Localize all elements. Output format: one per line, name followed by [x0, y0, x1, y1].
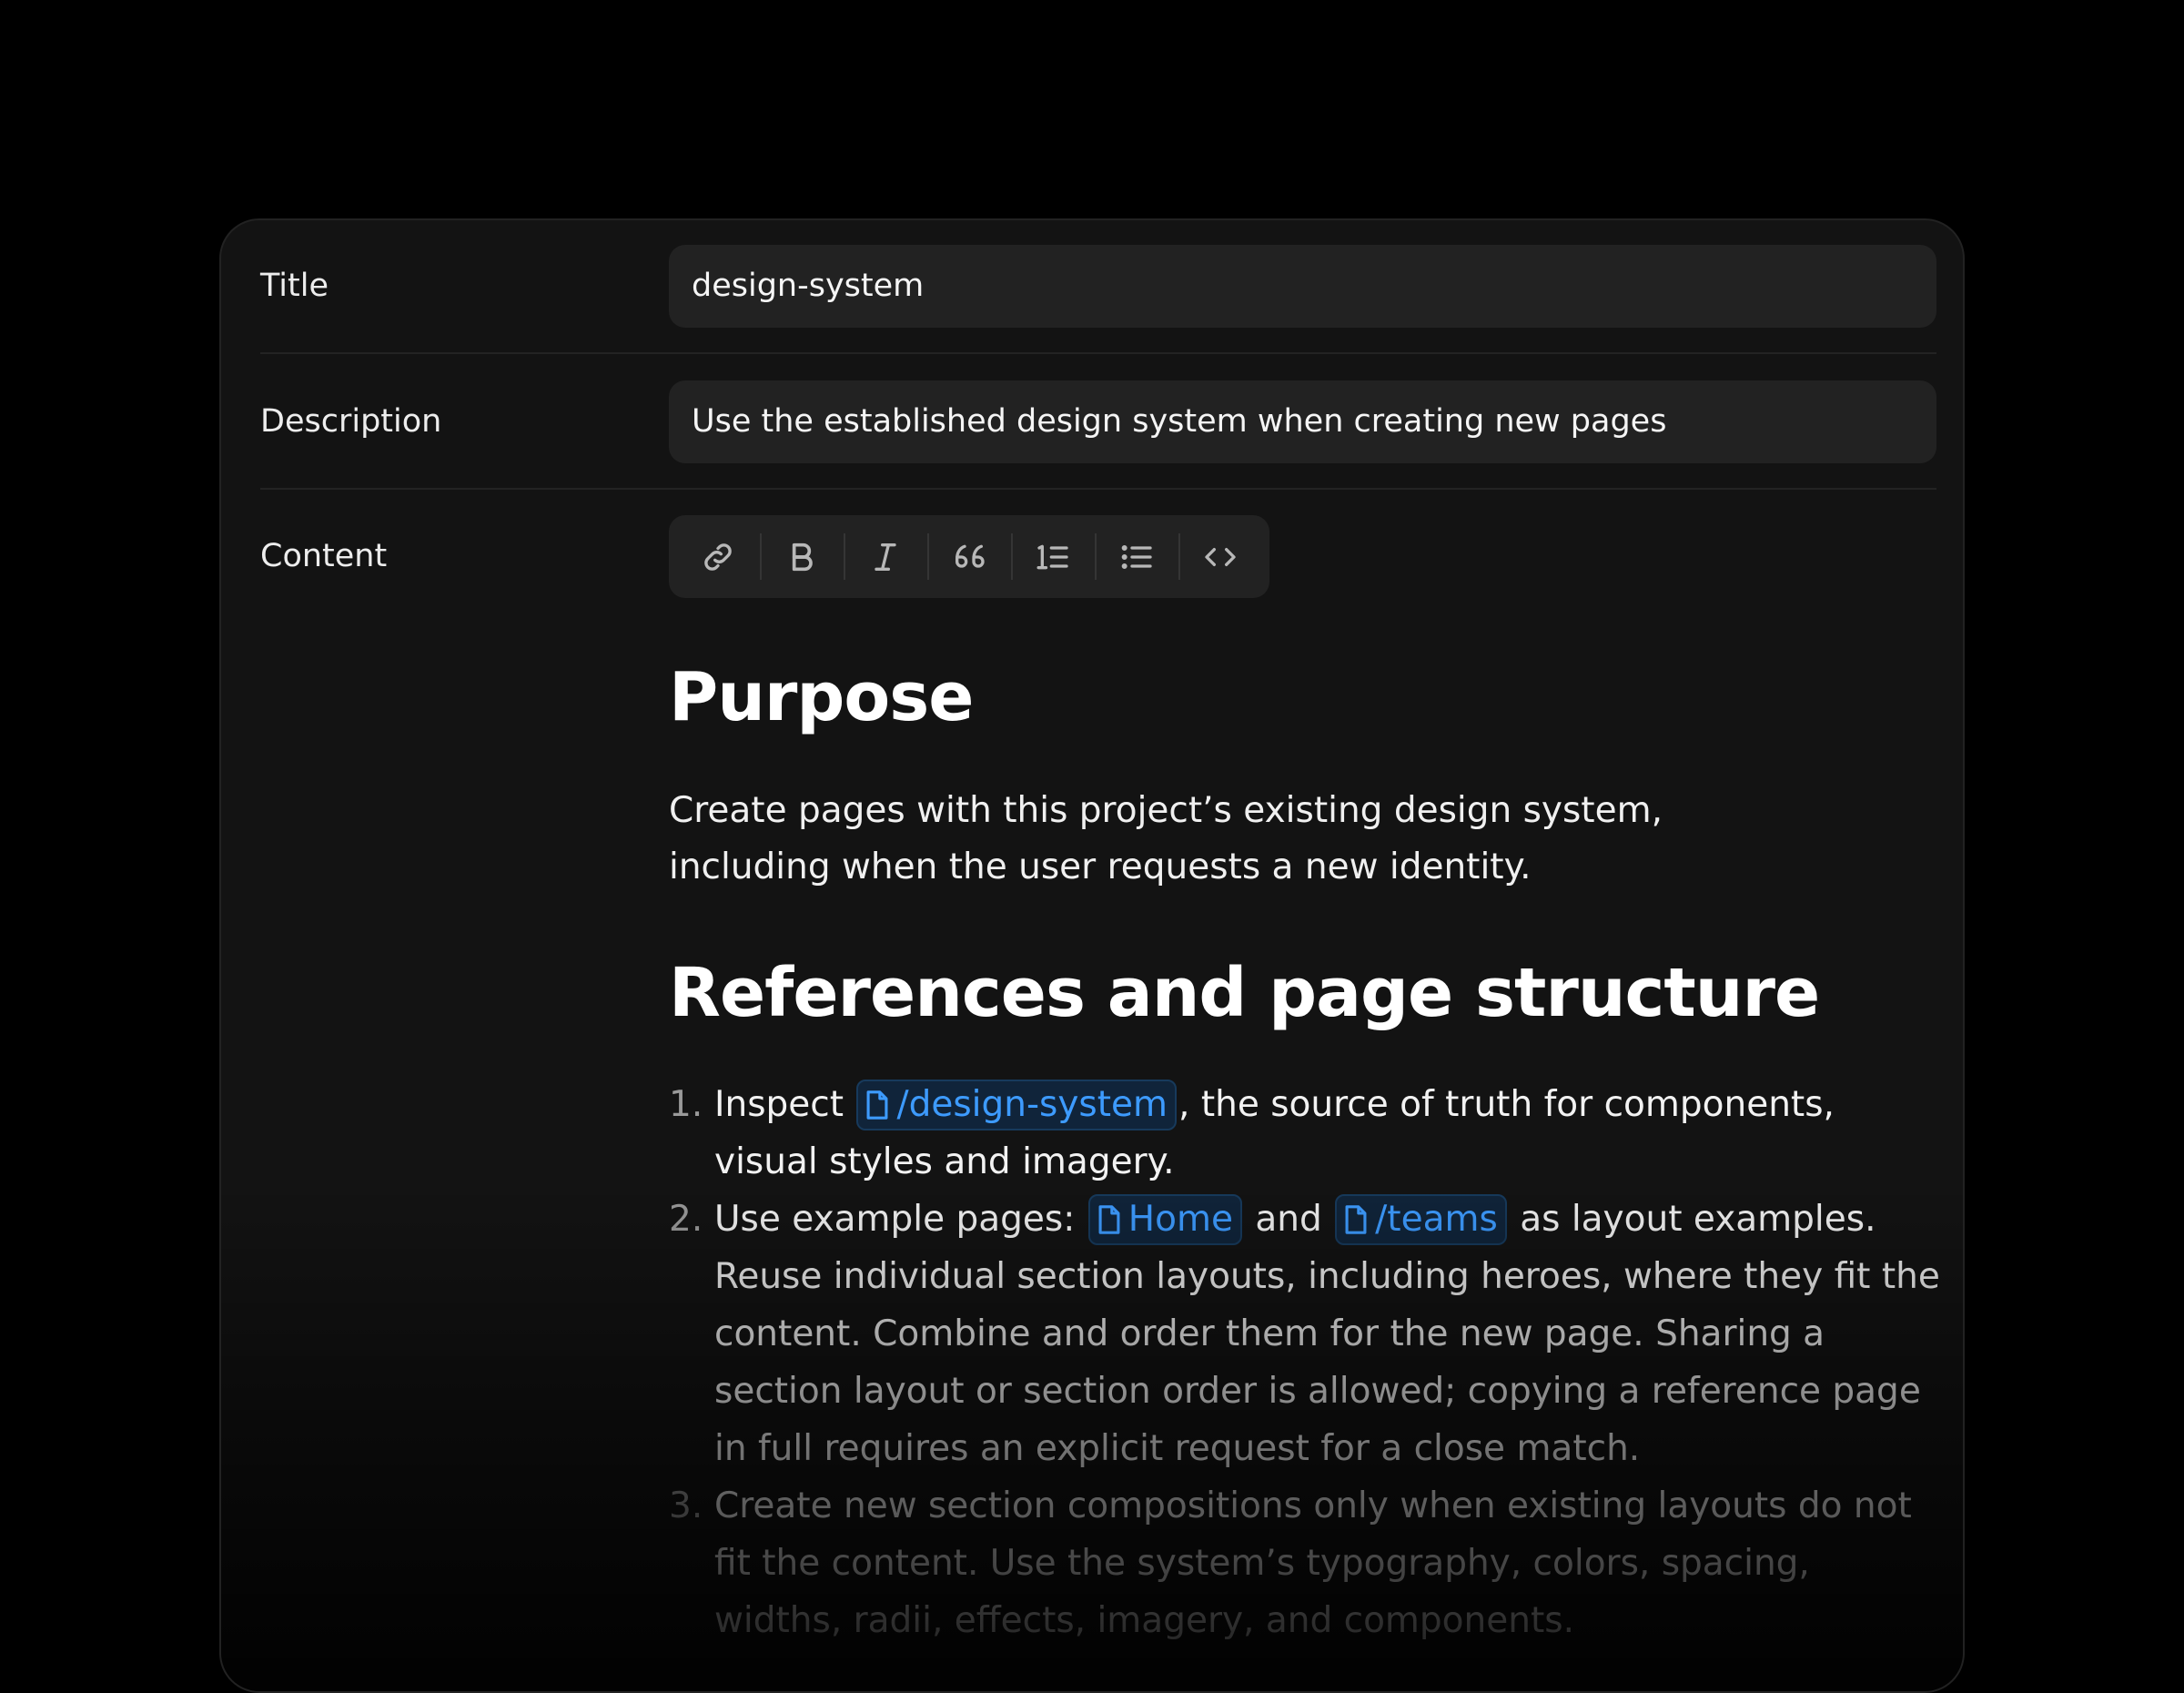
ordered-list: 1. Inspect /design-system, the source of…	[669, 1076, 1943, 1649]
file-icon	[1345, 1205, 1367, 1234]
title-input[interactable]: design-system	[669, 245, 1936, 328]
link-button[interactable]	[676, 515, 760, 598]
bullet-list-button[interactable]	[1095, 515, 1178, 598]
content-label: Content	[260, 538, 388, 574]
page-link-label: Home	[1127, 1199, 1233, 1240]
file-icon	[866, 1090, 888, 1120]
bold-icon	[792, 542, 813, 571]
code-icon	[1205, 547, 1236, 566]
list-text: and	[1255, 1199, 1322, 1240]
title-label: Title	[260, 268, 329, 304]
list-item: 2. Use example pages: Home and /teams as…	[669, 1191, 1943, 1477]
formatting-toolbar	[669, 515, 1269, 598]
description-row: Description Use the established design s…	[260, 380, 1936, 463]
page-link-chip[interactable]: Home	[1087, 1194, 1242, 1245]
list-text: Create new section compositions only whe…	[714, 1485, 1912, 1641]
link-icon	[704, 542, 732, 571]
bold-button[interactable]	[760, 515, 844, 598]
title-row: Title design-system	[260, 245, 1936, 328]
page-link-label: /design-system	[896, 1084, 1168, 1125]
heading-purpose: Purpose	[669, 658, 974, 736]
list-text: Use example pages:	[714, 1199, 1076, 1240]
page-link-chip[interactable]: /design-system	[856, 1080, 1178, 1130]
page-editor-card: Title design-system Description Use the …	[219, 218, 1965, 1693]
italic-button[interactable]	[844, 515, 927, 598]
code-button[interactable]	[1178, 515, 1262, 598]
bullet-list-icon	[1121, 544, 1152, 569]
purpose-paragraph: Create pages with this project’s existin…	[669, 790, 1663, 887]
ordered-list-button[interactable]	[1011, 515, 1095, 598]
list-item: 3. Create new section compositions only …	[669, 1477, 1943, 1649]
quote-button[interactable]	[927, 515, 1011, 598]
list-number: 2.	[669, 1199, 703, 1240]
heading-references: References and page structure	[669, 954, 1820, 1032]
page-link-chip[interactable]: /teams	[1335, 1194, 1507, 1245]
list-item: 1. Inspect /design-system, the source of…	[669, 1076, 1943, 1191]
divider	[260, 488, 1936, 490]
description-input[interactable]: Use the established design system when c…	[669, 380, 1936, 463]
list-text: Inspect	[714, 1084, 844, 1125]
description-label: Description	[260, 403, 442, 440]
italic-icon	[875, 542, 896, 571]
divider	[260, 352, 1936, 354]
page-link-label: /teams	[1375, 1199, 1498, 1240]
quote-icon	[956, 544, 985, 568]
list-number: 3.	[669, 1485, 703, 1526]
ordered-list-icon	[1036, 544, 1068, 569]
file-icon	[1098, 1205, 1120, 1234]
list-number: 1.	[669, 1084, 703, 1125]
